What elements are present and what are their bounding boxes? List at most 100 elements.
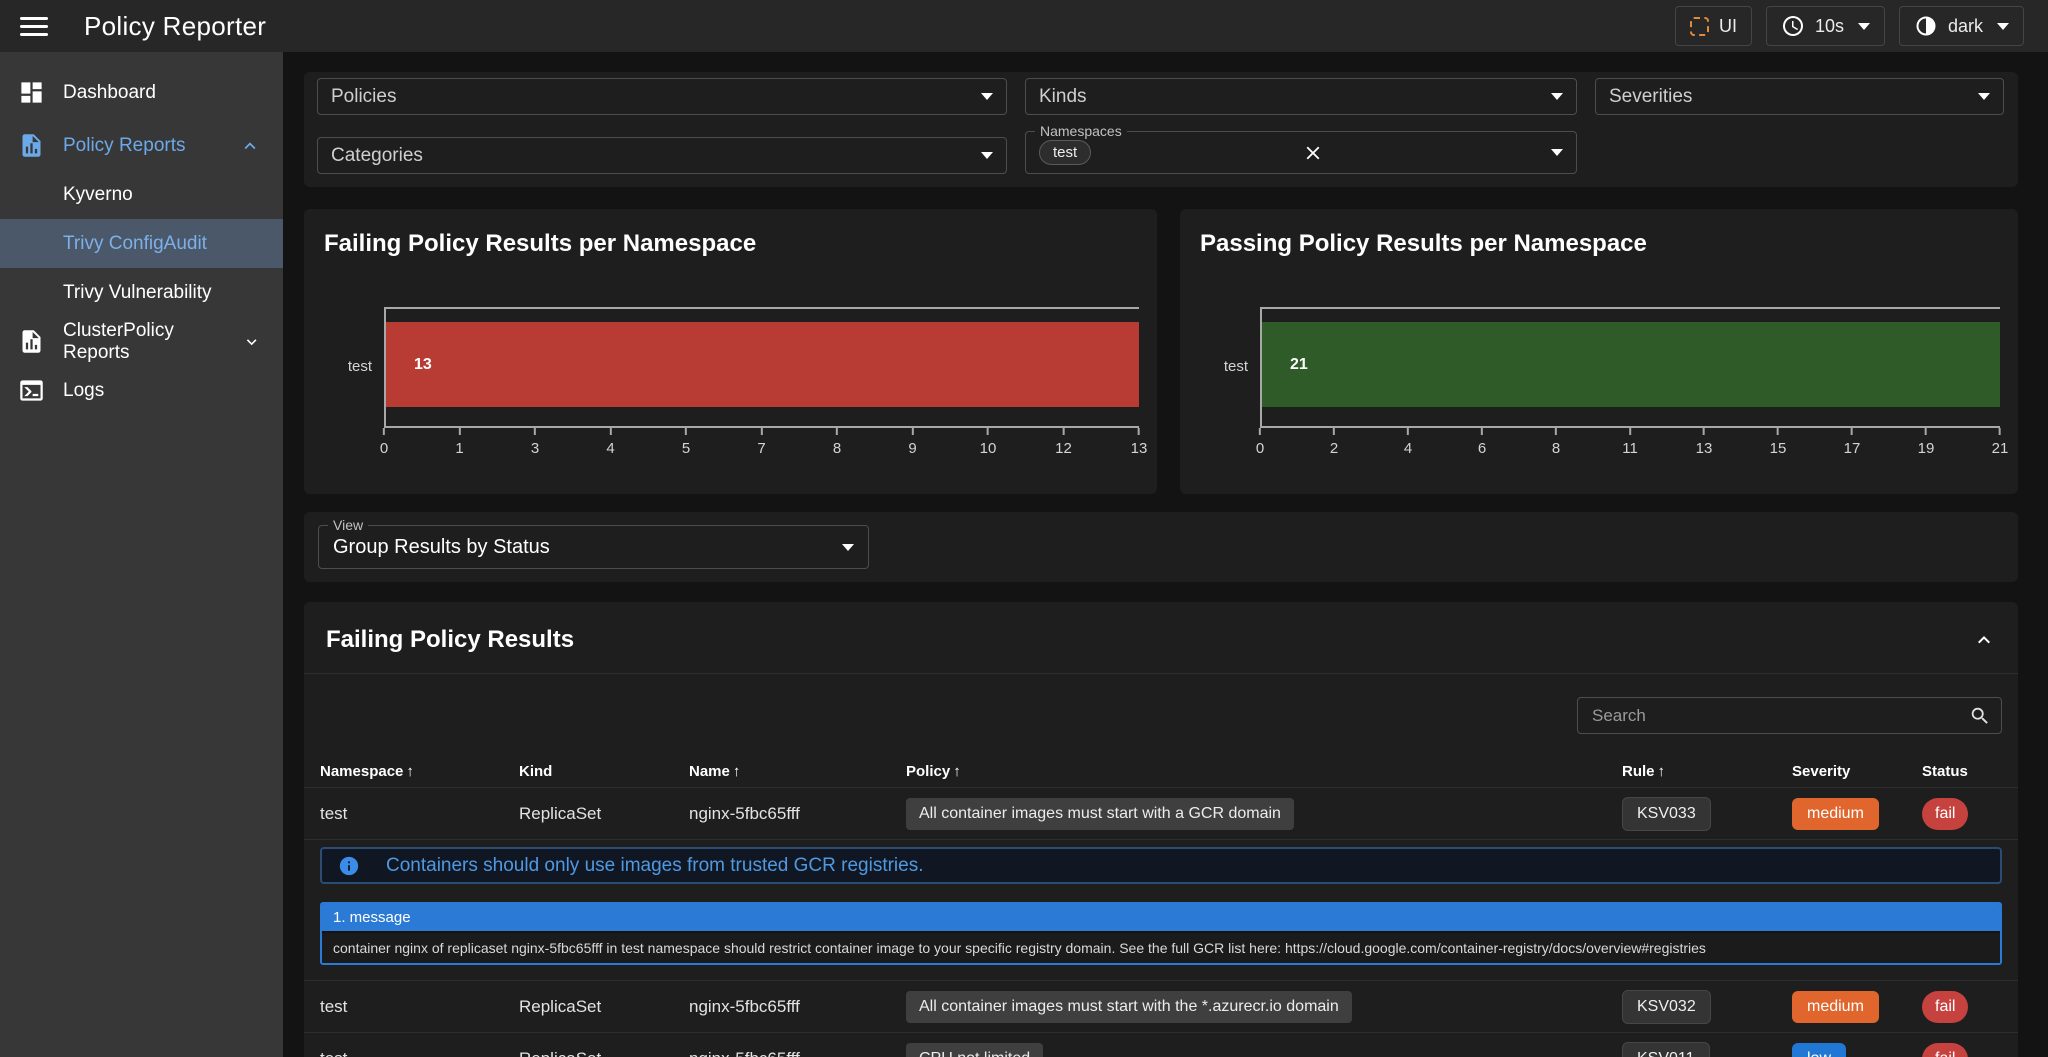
column-header-policy[interactable]: Policy↑ bbox=[906, 763, 1622, 780]
file-chart-icon bbox=[18, 132, 45, 159]
kinds-select-label: Kinds bbox=[1039, 86, 1087, 108]
view-card: View Group Results by Status bbox=[304, 512, 2018, 582]
dashboard-icon bbox=[18, 79, 45, 106]
topbar-actions: UI 10s dark bbox=[1675, 6, 2024, 46]
chart-title: Failing Policy Results per Namespace bbox=[324, 230, 1139, 258]
column-header-severity[interactable]: Severity bbox=[1792, 763, 1922, 780]
namespace-chip[interactable]: test bbox=[1039, 140, 1091, 165]
column-header-rule[interactable]: Rule↑ bbox=[1622, 763, 1792, 780]
sidebar-item-clusterpolicy-reports[interactable]: ClusterPolicy Reports bbox=[0, 317, 283, 366]
search-icon[interactable] bbox=[1969, 705, 1991, 727]
cell-namespace: test bbox=[320, 1049, 519, 1057]
bar-value-label: 21 bbox=[1290, 356, 1308, 374]
sidebar-item-label: Trivy ConfigAudit bbox=[63, 233, 207, 255]
chart-title: Passing Policy Results per Namespace bbox=[1200, 230, 2000, 258]
x-axis-tick: 6 bbox=[1478, 428, 1486, 457]
rule-chip: KSV011 bbox=[1622, 1042, 1710, 1057]
passing-results-chart-card: Passing Policy Results per Namespace tes… bbox=[1180, 209, 2018, 494]
chevron-down-icon bbox=[1858, 23, 1870, 30]
sidebar-item-label: Trivy Vulnerability bbox=[63, 282, 212, 304]
sidebar-item-logs[interactable]: Logs bbox=[0, 366, 283, 415]
x-axis-tick: 8 bbox=[1552, 428, 1560, 457]
x-axis-tick: 4 bbox=[1404, 428, 1412, 457]
x-axis-tick: 15 bbox=[1770, 428, 1787, 457]
x-axis-tick: 7 bbox=[757, 428, 765, 457]
chevron-down-icon bbox=[1551, 149, 1563, 156]
table-row[interactable]: test ReplicaSet nginx-5fbc65fff CPU not … bbox=[304, 1033, 2018, 1057]
kinds-select[interactable]: Kinds bbox=[1025, 78, 1577, 115]
severity-badge: medium bbox=[1792, 991, 1879, 1023]
status-badge: fail bbox=[1922, 991, 1968, 1023]
chevron-down-icon bbox=[242, 331, 261, 353]
sort-asc-icon: ↑ bbox=[406, 763, 414, 780]
view-select-value: Group Results by Status bbox=[333, 536, 550, 559]
x-axis-tick: 19 bbox=[1918, 428, 1935, 457]
info-alert-text: Containers should only use images from t… bbox=[386, 855, 924, 877]
sidebar-item-trivy-vulnerability[interactable]: Trivy Vulnerability bbox=[0, 268, 283, 317]
column-header-status[interactable]: Status bbox=[1922, 763, 2002, 780]
refresh-interval-select[interactable]: 10s bbox=[1766, 6, 1885, 46]
results-title: Failing Policy Results bbox=[326, 626, 574, 654]
categories-select[interactable]: Categories bbox=[317, 137, 1007, 174]
sidebar-item-label: Kyverno bbox=[63, 184, 133, 206]
menu-icon[interactable] bbox=[20, 12, 48, 41]
sidebar-item-policy-reports[interactable]: Policy Reports bbox=[0, 121, 283, 170]
message-table-header: 1. message bbox=[322, 904, 2000, 931]
bar-passing: 21 bbox=[1262, 322, 2000, 406]
column-header-name[interactable]: Name↑ bbox=[689, 763, 906, 780]
cell-name: nginx-5fbc65fff bbox=[689, 1049, 906, 1057]
search-field[interactable] bbox=[1577, 697, 2002, 734]
policies-select-label: Policies bbox=[331, 86, 396, 108]
view-select[interactable]: View Group Results by Status bbox=[318, 525, 869, 569]
failing-results-card: Failing Policy Results Namespace↑ Kind N… bbox=[304, 602, 2018, 1057]
severities-select[interactable]: Severities bbox=[1595, 78, 2004, 115]
x-axis-ticks: 01345789101213 bbox=[384, 428, 1139, 468]
severity-badge: low bbox=[1792, 1043, 1846, 1057]
x-axis-tick: 1 bbox=[455, 428, 463, 457]
column-header-namespace[interactable]: Namespace↑ bbox=[320, 763, 519, 780]
table-row[interactable]: test ReplicaSet nginx-5fbc65fff All cont… bbox=[304, 981, 2018, 1033]
sidebar-item-dashboard[interactable]: Dashboard bbox=[0, 68, 283, 117]
sidebar-item-trivy-configaudit[interactable]: Trivy ConfigAudit bbox=[0, 219, 283, 268]
clear-icon[interactable] bbox=[1302, 142, 1324, 164]
rule-chip: KSV033 bbox=[1622, 797, 1711, 831]
y-axis-label: test bbox=[1224, 358, 1248, 375]
console-icon bbox=[18, 377, 45, 404]
x-axis-tick: 8 bbox=[833, 428, 841, 457]
info-alert: Containers should only use images from t… bbox=[320, 847, 2002, 884]
cell-name: nginx-5fbc65fff bbox=[689, 804, 906, 824]
search-input[interactable] bbox=[1592, 706, 1969, 726]
policies-select[interactable]: Policies bbox=[317, 78, 1007, 115]
chevron-down-icon bbox=[1978, 93, 1990, 100]
x-axis-tick: 12 bbox=[1055, 428, 1072, 457]
x-axis-tick: 4 bbox=[606, 428, 614, 457]
topbar: Policy Reporter UI 10s dark bbox=[0, 0, 2048, 52]
sidebar-item-label: Dashboard bbox=[63, 82, 156, 104]
app-title: Policy Reporter bbox=[84, 11, 266, 42]
status-badge: fail bbox=[1922, 1043, 1968, 1057]
x-axis-ticks: 02468111315171921 bbox=[1260, 428, 2000, 468]
policy-chip: CPU not limited bbox=[906, 1043, 1043, 1057]
ui-version-button[interactable]: UI bbox=[1675, 6, 1752, 46]
namespaces-select-label: Namespaces bbox=[1035, 123, 1127, 139]
namespaces-select[interactable]: Namespaces test bbox=[1025, 131, 1577, 174]
filters-card: Policies Kinds Severities Categories Nam… bbox=[304, 72, 2018, 187]
sort-asc-icon: ↑ bbox=[1658, 763, 1666, 780]
chevron-down-icon bbox=[1551, 93, 1563, 100]
ui-badge-icon bbox=[1690, 17, 1709, 36]
sidebar-item-label: Policy Reports bbox=[63, 135, 186, 157]
clock-icon bbox=[1781, 14, 1805, 38]
ui-version-label: UI bbox=[1719, 16, 1737, 37]
column-header-kind[interactable]: Kind bbox=[519, 763, 689, 780]
x-axis-tick: 21 bbox=[1992, 428, 2009, 457]
x-axis-tick: 5 bbox=[682, 428, 690, 457]
chevron-down-icon bbox=[981, 93, 993, 100]
status-badge: fail bbox=[1922, 798, 1968, 830]
x-axis-tick: 3 bbox=[531, 428, 539, 457]
y-axis-label: test bbox=[348, 358, 372, 375]
theme-select[interactable]: dark bbox=[1899, 6, 2024, 46]
sidebar-item-label: ClusterPolicy Reports bbox=[63, 320, 224, 364]
sidebar-item-kyverno[interactable]: Kyverno bbox=[0, 170, 283, 219]
table-row[interactable]: test ReplicaSet nginx-5fbc65fff All cont… bbox=[304, 788, 2018, 840]
collapse-icon[interactable] bbox=[1972, 628, 1996, 652]
